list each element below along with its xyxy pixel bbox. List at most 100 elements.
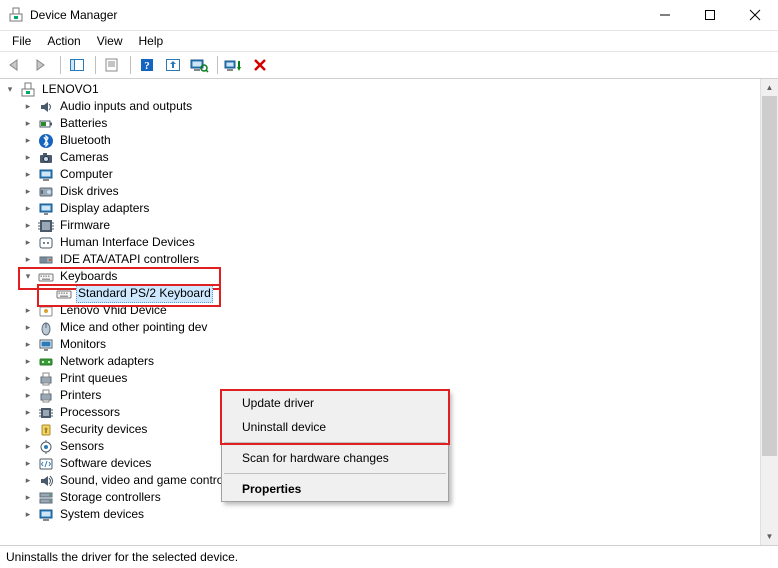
- context-scan-hardware[interactable]: Scan for hardware changes: [222, 446, 448, 470]
- menu-action[interactable]: Action: [39, 32, 88, 50]
- chevron-right-icon[interactable]: ▸: [22, 200, 34, 217]
- monitor-icon: [38, 337, 54, 353]
- processor-icon: [38, 405, 54, 421]
- tree-category-row[interactable]: ▸Batteries: [4, 115, 760, 132]
- chevron-right-icon[interactable]: ▸: [22, 149, 34, 166]
- chevron-right-icon[interactable]: ▸: [22, 404, 34, 421]
- tree-category-label: Mice and other pointing dev: [58, 319, 209, 336]
- tree-root-row[interactable]: ▾ LENOVO1: [4, 81, 760, 98]
- minimize-button[interactable]: [642, 0, 687, 30]
- system-icon: [38, 507, 54, 523]
- context-properties[interactable]: Properties: [222, 477, 448, 501]
- context-menu: Update driver Uninstall device Scan for …: [221, 390, 449, 502]
- tree-category-row[interactable]: ▸Disk drives: [4, 183, 760, 200]
- software-icon: [38, 456, 54, 472]
- chevron-right-icon[interactable]: ▸: [22, 132, 34, 149]
- tree-category-label: Display adapters: [58, 200, 151, 217]
- scroll-thumb[interactable]: [762, 96, 777, 456]
- tree-category-label: Printers: [58, 387, 103, 404]
- chevron-right-icon[interactable]: ▸: [22, 353, 34, 370]
- tree-category-row[interactable]: ▸ IDE ATA/ATAPI controllers: [4, 251, 760, 268]
- tree-category-label: Firmware: [58, 217, 112, 234]
- chevron-right-icon[interactable]: ▸: [22, 489, 34, 506]
- svg-text:?: ?: [144, 60, 150, 72]
- tree-category-label: Network adapters: [58, 353, 156, 370]
- lenovo-icon: [38, 303, 54, 319]
- maximize-button[interactable]: [687, 0, 732, 30]
- tree-category-label: IDE ATA/ATAPI controllers: [58, 251, 201, 268]
- tree-category-row[interactable]: ▸Print queues: [4, 370, 760, 387]
- chevron-right-icon[interactable]: ▸: [22, 438, 34, 455]
- chevron-right-icon[interactable]: ▸: [22, 234, 34, 251]
- chevron-right-icon[interactable]: ▸: [22, 183, 34, 200]
- update-driver-button[interactable]: [161, 54, 185, 76]
- uninstall-device-button[interactable]: [222, 54, 246, 76]
- delete-button[interactable]: [248, 54, 272, 76]
- menubar: File Action View Help: [0, 31, 778, 52]
- tree-category-row[interactable]: ▸ Monitors: [4, 336, 760, 353]
- tree-category-label: Audio inputs and outputs: [58, 98, 194, 115]
- tree-device-label: Standard PS/2 Keyboard: [76, 284, 213, 303]
- scan-hardware-button[interactable]: [187, 54, 211, 76]
- scroll-down-button[interactable]: ▼: [761, 528, 778, 545]
- menu-file[interactable]: File: [4, 32, 39, 50]
- chevron-right-icon[interactable]: ▸: [22, 336, 34, 353]
- tree-category-row[interactable]: ▸ Mice and other pointing dev: [4, 319, 760, 336]
- chevron-right-icon[interactable]: ▸: [22, 472, 34, 489]
- show-hide-tree-button[interactable]: [65, 54, 89, 76]
- properties-button[interactable]: [100, 54, 124, 76]
- chevron-right-icon[interactable]: ▸: [22, 319, 34, 336]
- chevron-right-icon[interactable]: ▸: [22, 115, 34, 132]
- vertical-scrollbar[interactable]: ▲ ▼: [760, 79, 778, 545]
- chevron-right-icon[interactable]: ▸: [22, 455, 34, 472]
- context-separator: [224, 473, 446, 474]
- context-update-driver[interactable]: Update driver: [222, 391, 448, 415]
- help-button[interactable]: ?: [135, 54, 159, 76]
- chevron-right-icon[interactable]: ▸: [22, 251, 34, 268]
- tree-category-row[interactable]: ▾Keyboards: [4, 268, 760, 285]
- menu-view[interactable]: View: [89, 32, 131, 50]
- tree-category-row[interactable]: ▸Cameras: [4, 149, 760, 166]
- tree-category-label: System devices: [58, 506, 146, 523]
- tree-category-label: Sound, video and game controllers: [58, 472, 247, 489]
- menu-help[interactable]: Help: [131, 32, 172, 50]
- tree-category-row[interactable]: ▸ Network adapters: [4, 353, 760, 370]
- close-button[interactable]: [732, 0, 778, 30]
- tree-category-row[interactable]: ▸Lenovo Vhid Device: [4, 302, 760, 319]
- chevron-right-icon[interactable]: ▸: [22, 506, 34, 523]
- chevron-right-icon[interactable]: ▸: [22, 387, 34, 404]
- window-title: Device Manager: [30, 8, 117, 22]
- back-button[interactable]: [4, 54, 28, 76]
- tree-root-label: LENOVO1: [40, 81, 101, 98]
- forward-button[interactable]: [30, 54, 54, 76]
- chevron-right-icon[interactable]: ▸: [22, 166, 34, 183]
- titlebar: Device Manager: [0, 0, 778, 31]
- scroll-up-button[interactable]: ▲: [761, 79, 778, 96]
- chevron-down-icon[interactable]: ▾: [22, 268, 34, 285]
- keyboard-icon: [56, 286, 72, 302]
- ide-icon: [38, 252, 54, 268]
- chevron-right-icon[interactable]: ▸: [22, 370, 34, 387]
- context-uninstall-device[interactable]: Uninstall device: [222, 415, 448, 439]
- tree-category-row[interactable]: ▸ Display adapters: [4, 200, 760, 217]
- disk-icon: [38, 184, 54, 200]
- tree-category-row[interactable]: ▸Human Interface Devices: [4, 234, 760, 251]
- tree-category-label: Monitors: [58, 336, 108, 353]
- tree-category-row[interactable]: ▸ Firmware: [4, 217, 760, 234]
- tree-device-row[interactable]: Standard PS/2 Keyboard: [4, 285, 760, 302]
- sound-icon: [38, 473, 54, 489]
- tree-category-row[interactable]: ▸Bluetooth: [4, 132, 760, 149]
- chevron-down-icon[interactable]: ▾: [4, 81, 16, 98]
- chevron-right-icon[interactable]: ▸: [22, 98, 34, 115]
- scroll-track[interactable]: [761, 96, 778, 528]
- chevron-right-icon[interactable]: ▸: [22, 421, 34, 438]
- status-text: Uninstalls the driver for the selected d…: [6, 550, 238, 564]
- tree-category-row[interactable]: ▸Computer: [4, 166, 760, 183]
- storage-icon: [38, 490, 54, 506]
- tree-category-row[interactable]: ▸ Audio inputs and outputs: [4, 98, 760, 115]
- chevron-right-icon[interactable]: ▸: [22, 217, 34, 234]
- tree-category-row[interactable]: ▸ System devices: [4, 506, 760, 523]
- chevron-right-icon[interactable]: ▸: [22, 302, 34, 319]
- network-icon: [38, 354, 54, 370]
- device-manager-window: Device Manager File Action View Help: [0, 0, 778, 568]
